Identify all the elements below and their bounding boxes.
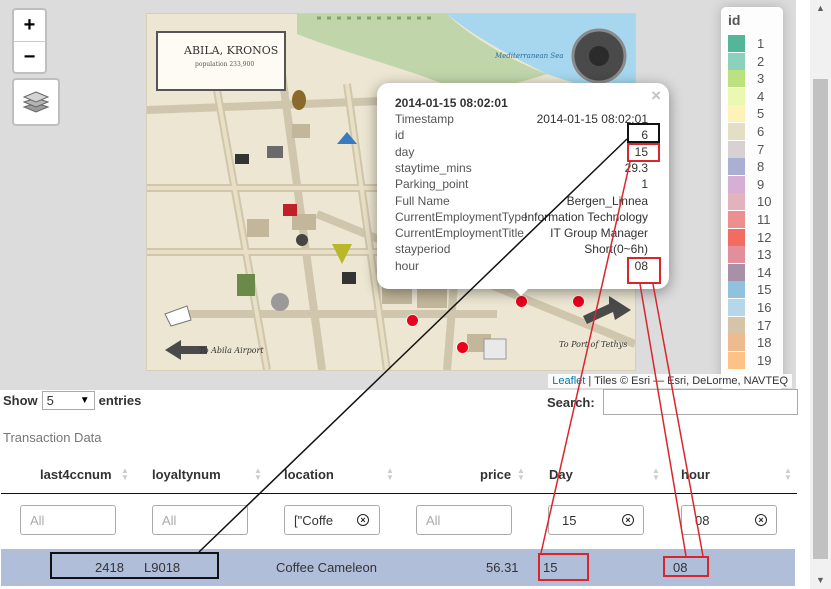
annotation-line-id [198,138,628,553]
annotation-line-hour-a [639,283,687,557]
annotation-line-day [540,161,631,554]
annotation-lines [198,138,704,557]
annotation-line-hour-b [652,283,704,557]
